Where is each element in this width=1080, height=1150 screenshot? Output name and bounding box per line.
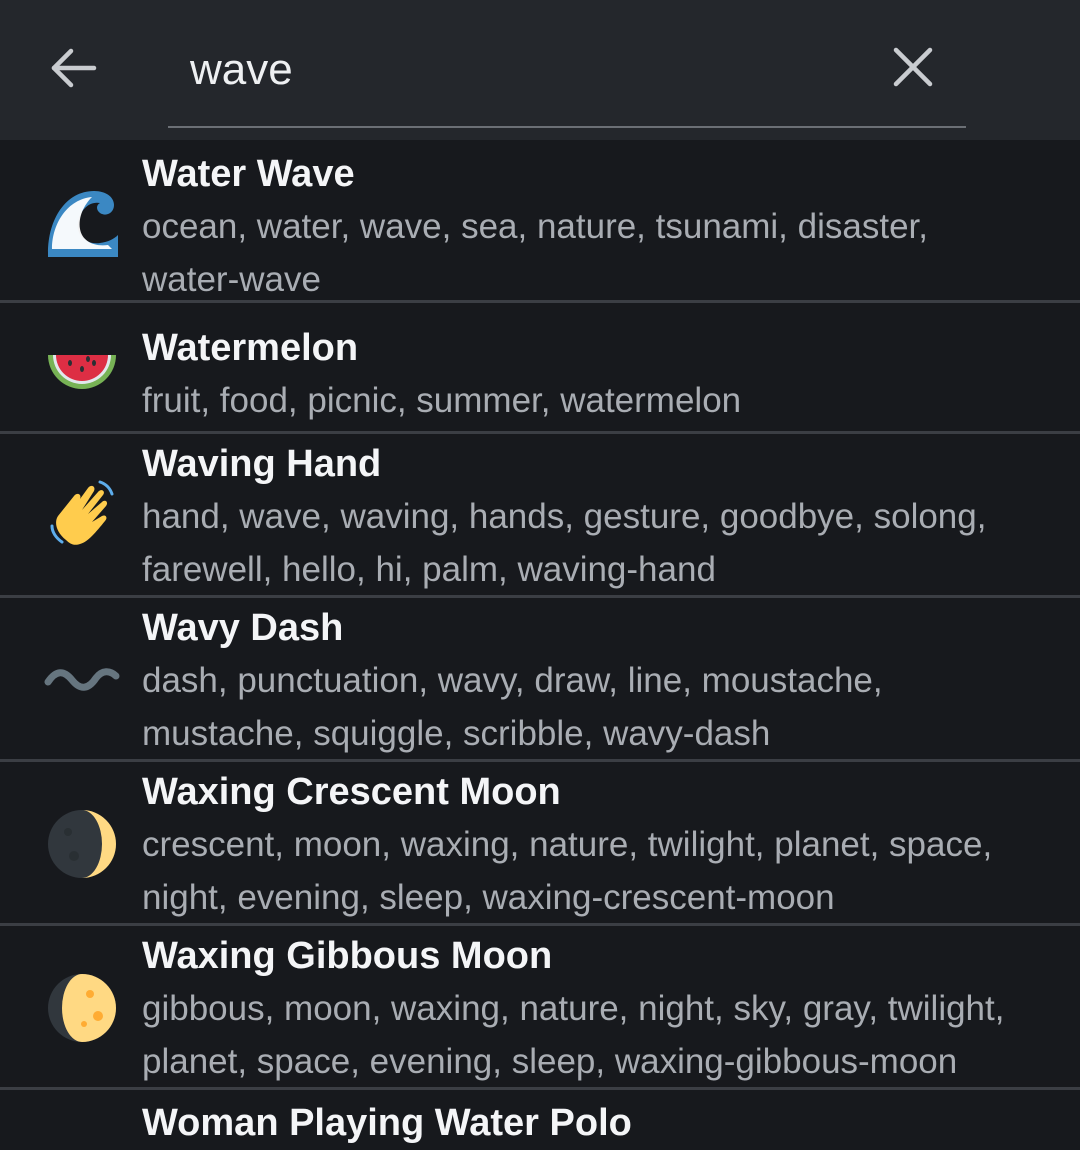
result-tags-line: dash, punctuation, wavy, draw, line, mou…	[142, 661, 883, 700]
result-title: Water Wave	[142, 153, 355, 195]
result-tags-line: crescent, moon, waxing, nature, twilight…	[142, 825, 993, 864]
result-tags-line: gibbous, moon, waxing, nature, night, sk…	[142, 989, 1005, 1028]
clear-search-button[interactable]	[884, 38, 944, 98]
result-row-wavy-dash[interactable]: Wavy Dash dash, punctuation, wavy, draw,…	[0, 598, 1080, 762]
result-title: Woman Playing Water Polo	[142, 1102, 632, 1144]
search-input[interactable]	[168, 30, 868, 110]
emoji-result-list: Water Wave ocean, water, wave, sea, natu…	[0, 140, 1080, 1150]
result-tags-line: planet, space, evening, sleep, waxing-gi…	[142, 1042, 958, 1081]
result-tags: hand, wave, waving, hands, gesture, good…	[142, 490, 1050, 596]
result-row-waxing-gibbous-moon[interactable]: Waxing Gibbous Moon gibbous, moon, waxin…	[0, 926, 1080, 1090]
result-row-woman-playing-water-polo[interactable]: Woman Playing Water Polo	[0, 1090, 1080, 1150]
result-tags-line: water-wave	[142, 260, 321, 299]
result-title: Waxing Gibbous Moon	[142, 935, 553, 977]
result-row-water-wave[interactable]: Water Wave ocean, water, wave, sea, natu…	[0, 140, 1080, 303]
result-tags: crescent, moon, waxing, nature, twilight…	[142, 818, 1050, 924]
result-title: Watermelon	[142, 327, 359, 369]
result-title: Waving Hand	[142, 443, 382, 485]
arrow-left-icon	[51, 48, 97, 88]
result-tags-line: farewell, hello, hi, palm, waving-hand	[142, 550, 716, 589]
result-tags: ocean, water, wave, sea, nature, tsunami…	[142, 200, 1050, 306]
back-button[interactable]	[44, 38, 104, 98]
result-row-waxing-crescent-moon[interactable]: Waxing Crescent Moon crescent, moon, wax…	[0, 762, 1080, 926]
result-tags-line: night, evening, sleep, waxing-crescent-m…	[142, 878, 835, 917]
result-tags-line: fruit, food, picnic, summer, watermelon	[142, 381, 742, 420]
waxing-gibbous-moon-emoji	[48, 974, 116, 1042]
search-toolbar	[0, 0, 1080, 140]
water-wave-emoji	[48, 191, 118, 257]
waxing-crescent-moon-emoji	[48, 810, 116, 878]
wavy-dash-emoji	[44, 668, 120, 691]
result-title: Wavy Dash	[142, 607, 344, 649]
result-tags-line: ocean, water, wave, sea, nature, tsunami…	[142, 207, 928, 246]
result-row-watermelon[interactable]: Watermelon fruit, food, picnic, summer, …	[0, 303, 1080, 434]
result-row-waving-hand[interactable]: Waving Hand hand, wave, waving, hands, g…	[0, 434, 1080, 598]
waving-hand-emoji	[50, 480, 114, 545]
watermelon-emoji	[48, 355, 116, 389]
close-icon	[893, 47, 933, 87]
result-title: Waxing Crescent Moon	[142, 771, 561, 813]
result-tags-line: hand, wave, waving, hands, gesture, good…	[142, 497, 987, 536]
result-tags-line: mustache, squiggle, scribble, wavy-dash	[142, 714, 771, 753]
search-input-underline	[168, 126, 966, 128]
result-tags: fruit, food, picnic, summer, watermelon	[142, 374, 1050, 427]
result-tags: dash, punctuation, wavy, draw, line, mou…	[142, 654, 1050, 760]
result-tags: gibbous, moon, waxing, nature, night, sk…	[142, 982, 1050, 1088]
